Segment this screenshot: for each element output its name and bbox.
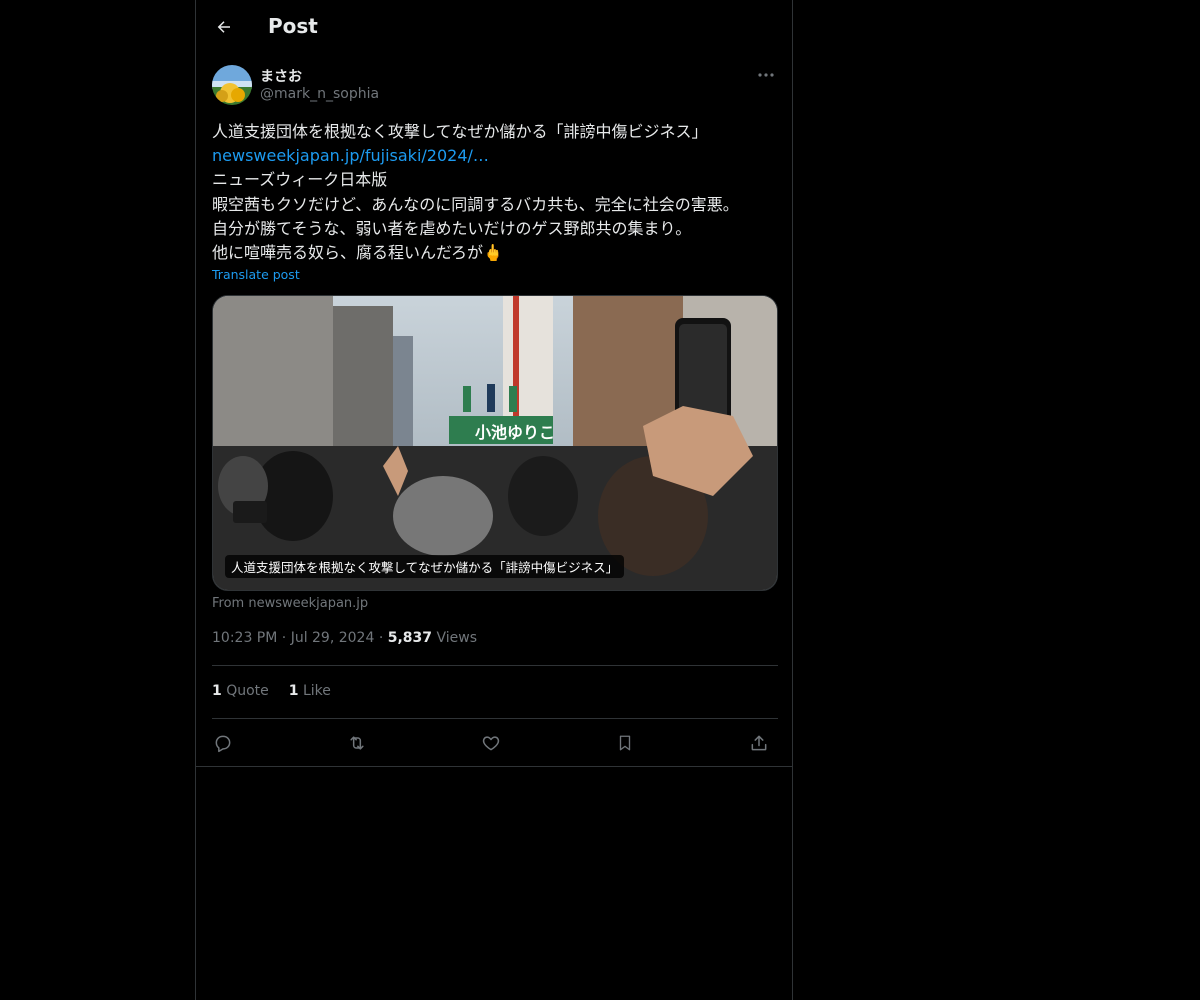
post-time[interactable]: 10:23 PM	[212, 630, 277, 646]
post-column: Post まさお @mark_n_sophia 人道支援団体を根拠なく攻撃してな…	[195, 0, 793, 1000]
bookmark-icon	[619, 735, 631, 751]
author-handle[interactable]: @mark_n_sophia	[260, 86, 379, 102]
post-line: 暇空茜もクソだけど、あんなのに同調するバカ共も、完全に社会の害悪。	[212, 194, 739, 214]
arrow-left-icon	[217, 21, 230, 33]
heart-icon	[482, 736, 500, 751]
translate-link[interactable]: Translate post	[212, 267, 300, 282]
bookmark-button[interactable]	[611, 730, 639, 756]
divider	[212, 665, 778, 666]
like-button[interactable]	[477, 730, 505, 756]
post-link[interactable]: newsweekjapan.jp/fujisaki/2024/…	[212, 144, 778, 168]
header: Post	[196, 0, 792, 54]
post-text: 人道支援団体を根拠なく攻撃してなぜか儲かる「誹謗中傷ビジネス」 newsweekj…	[212, 120, 778, 265]
author-name[interactable]: まさお	[260, 66, 302, 86]
media-caption: 人道支援団体を根拠なく攻撃してなぜか儲かる「誹謗中傷ビジネス」	[225, 555, 625, 578]
emoji: 🖕	[483, 243, 503, 263]
views-label: Views	[436, 630, 478, 646]
likes-stat[interactable]: 1 Like	[289, 683, 331, 699]
views-count: 5,837	[387, 630, 433, 646]
link-card-image[interactable]: 小池ゆりこ 人道支援団体を根拠なく攻撃してなぜか儲かる「誹謗中傷ビジネス」	[212, 295, 778, 591]
reply-button[interactable]	[209, 730, 237, 756]
post-line: 他に喧嘩売る奴ら、腐る程いんだろが🖕	[212, 241, 778, 265]
divider	[212, 718, 778, 719]
post-line-text: 他に喧嘩売る奴ら、腐る程いんだろが	[212, 243, 484, 263]
quote-label: Quote	[226, 683, 269, 699]
separator: ·	[281, 630, 287, 646]
like-count: 1	[288, 683, 299, 699]
ellipsis-icon	[758, 73, 774, 77]
link-source[interactable]: From newsweekjapan.jp	[212, 596, 368, 611]
separator: ·	[378, 630, 384, 646]
campaign-sign-text: 小池ゆりこ	[475, 423, 555, 442]
share-button[interactable]	[745, 730, 773, 756]
quotes-stat[interactable]: 1 Quote	[212, 683, 269, 699]
post-meta: 10:23 PM · Jul 29, 2024 · 5,837 Views	[212, 630, 477, 646]
post-line: 自分が勝てそうな、弱い者を虐めたいだけのゲス野郎共の集まり。	[212, 218, 692, 238]
share-icon	[751, 735, 767, 751]
author-row: まさお @mark_n_sophia	[212, 65, 778, 107]
action-bar	[212, 730, 778, 756]
post-line: ニューズウィーク日本版	[212, 170, 388, 190]
engagement-stats: 1 Quote 1 Like	[212, 683, 331, 699]
more-button[interactable]	[754, 65, 778, 85]
reply-icon	[215, 735, 231, 753]
like-label: Like	[302, 683, 331, 699]
retweet-button[interactable]	[343, 730, 371, 756]
divider	[196, 766, 792, 767]
post-date[interactable]: Jul 29, 2024	[291, 630, 375, 646]
page-title: Post	[268, 14, 318, 38]
quote-count: 1	[212, 683, 222, 699]
retweet-icon	[350, 736, 364, 750]
post-line: 人道支援団体を根拠なく攻撃してなぜか儲かる「誹謗中傷ビジネス」	[212, 122, 708, 141]
avatar[interactable]	[212, 65, 252, 105]
back-button[interactable]	[210, 13, 238, 41]
